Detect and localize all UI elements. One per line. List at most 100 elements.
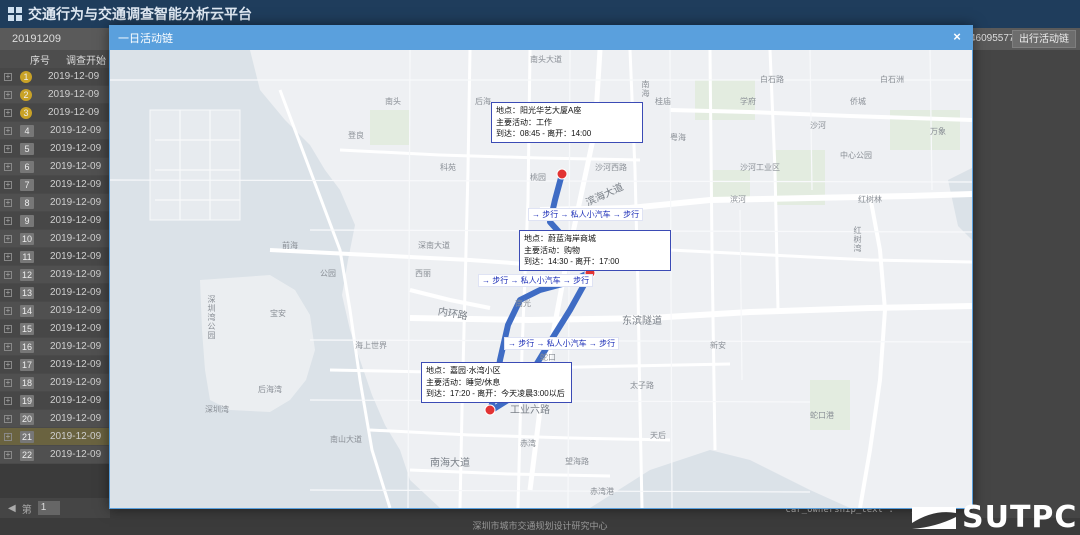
table-row[interactable]: +17 2019-12-09	[0, 356, 110, 374]
table-row[interactable]: +3 2019-12-09	[0, 104, 110, 122]
table-row[interactable]: +9 2019-12-09	[0, 212, 110, 230]
activity-chain-button[interactable]: 出行活动链	[1012, 30, 1076, 48]
table-row[interactable]: +20 2019-12-09	[0, 410, 110, 428]
row-index: 2	[20, 88, 32, 101]
expand-row-icon[interactable]: +	[4, 90, 12, 99]
expand-row-icon[interactable]: +	[4, 234, 12, 243]
label-nanhai: 南海	[641, 80, 650, 98]
label-shahe-ind: 沙河工业区	[740, 163, 780, 172]
stop-2-activity: 主要活动：购物	[524, 245, 580, 255]
label-houhai-bay: 后海湾	[258, 385, 282, 394]
table-row[interactable]: +18 2019-12-09	[0, 374, 110, 392]
date-filter-input[interactable]: 20191209	[8, 31, 98, 47]
table-row[interactable]: +21 2019-12-09	[0, 428, 110, 446]
table-row[interactable]: +22 2019-12-09	[0, 446, 110, 464]
road-dongbin	[409, 303, 972, 324]
stop-3-time: 到达：17:20 - 离开：今天凌晨3:00以后	[426, 389, 565, 398]
row-start-date: 2019-12-09	[50, 269, 102, 280]
label-shennan-rd: 深南大道	[418, 241, 450, 250]
table-row[interactable]: +1 2019-12-09	[0, 68, 110, 86]
stop-marker-1	[556, 168, 568, 180]
stop-2-time: 到达：14:30 - 离开：17:00	[524, 257, 620, 266]
table-row[interactable]: +14 2019-12-09	[0, 302, 110, 320]
stop-3-activity: 主要活动：睡觉/休息	[426, 377, 501, 387]
expand-row-icon[interactable]: +	[4, 198, 12, 207]
row-start-date: 2019-12-09	[50, 413, 102, 424]
stop-info-2[interactable]: 地点：蔚蓝海岸商城 主要活动：购物 到达：14:30 - 离开：17:00	[519, 230, 671, 271]
close-icon[interactable]: ×	[950, 30, 964, 44]
table-row[interactable]: +6 2019-12-09	[0, 158, 110, 176]
modal-title-bar: 一日活动链 ×	[110, 26, 972, 50]
expand-row-icon[interactable]: +	[4, 144, 12, 153]
label-park: 公园	[320, 269, 336, 278]
stop-1-activity: 主要活动：工作	[496, 117, 552, 127]
page-number-input[interactable]: 1	[37, 501, 60, 515]
table-row[interactable]: +16 2019-12-09	[0, 338, 110, 356]
table-row[interactable]: +13 2019-12-09	[0, 284, 110, 302]
expand-row-icon[interactable]: +	[4, 360, 12, 369]
row-start-date: 2019-12-09	[50, 449, 102, 460]
label-shenzhen-bay: 深圳湾	[205, 405, 229, 414]
label-qianhai: 前海	[282, 241, 298, 250]
label-nanshan-ave2: 南山大道	[330, 435, 362, 444]
column-header-index[interactable]: 序号	[30, 52, 66, 67]
row-index: 17	[20, 358, 34, 371]
expand-row-icon[interactable]: +	[4, 414, 12, 423]
expand-row-icon[interactable]: +	[4, 72, 12, 81]
row-start-date: 2019-12-09	[50, 143, 102, 154]
expand-row-icon[interactable]: +	[4, 270, 12, 279]
pagination: ◀ 第 1	[0, 498, 110, 518]
road-v1	[458, 50, 472, 508]
pager-label: 第	[21, 504, 32, 516]
label-baishi-rd: 白石路	[760, 75, 784, 84]
expand-row-icon[interactable]: +	[4, 342, 12, 351]
table-row[interactable]: +10 2019-12-09	[0, 230, 110, 248]
record-table: +1 2019-12-09 +2 2019-12-09 +3 2019-12-09 +4 20…	[0, 68, 110, 464]
label-nanguang: 南光	[515, 299, 531, 308]
row-start-date: 2019-12-09	[50, 161, 102, 172]
stop-1-place: 地点：阳光华艺大厦A座	[496, 106, 582, 115]
label-qiaocheng: 侨城	[850, 97, 866, 106]
expand-row-icon[interactable]: +	[4, 378, 12, 387]
expand-row-icon[interactable]: +	[4, 324, 12, 333]
expand-row-icon[interactable]: +	[4, 126, 12, 135]
expand-row-icon[interactable]: +	[4, 108, 12, 117]
activity-chain-modal: 一日活动链 × 南头大道 南海 白石路 白石洲 南头 学府 侨城 后海 桂庙 沙…	[109, 25, 973, 509]
table-row[interactable]: +4 2019-12-09	[0, 122, 110, 140]
stop-info-3[interactable]: 地点：嘉园·水湾小区 主要活动：睡觉/休息 到达：17:20 - 离开：今天凌晨…	[421, 362, 572, 403]
label-shenzhenwan-park: 深圳湾公园	[207, 295, 216, 340]
expand-row-icon[interactable]: +	[4, 180, 12, 189]
table-row[interactable]: +2 2019-12-09	[0, 86, 110, 104]
expand-row-icon[interactable]: +	[4, 450, 12, 459]
mode-tag-leg-3: → 步行 → 私人小汽车 → 步行	[504, 337, 620, 350]
mode-tag-leg-1: → 步行 → 私人小汽车 → 步行	[528, 208, 644, 221]
label-gongye-6th: 工业六路	[510, 405, 550, 416]
table-row[interactable]: +11 2019-12-09	[0, 248, 110, 266]
table-row[interactable]: +7 2019-12-09	[0, 176, 110, 194]
expand-row-icon[interactable]: +	[4, 396, 12, 405]
expand-row-icon[interactable]: +	[4, 216, 12, 225]
green-5	[370, 110, 410, 145]
column-header-start[interactable]: 调查开始	[66, 52, 106, 67]
stop-info-1[interactable]: 地点：阳光华艺大厦A座 主要活动：工作 到达：08:45 - 离开：14:00	[491, 102, 643, 143]
table-row[interactable]: +5 2019-12-09	[0, 140, 110, 158]
row-start-date: 2019-12-09	[50, 125, 102, 136]
label-shekou-port: 蛇口港	[810, 411, 834, 420]
table-row[interactable]: +8 2019-12-09	[0, 194, 110, 212]
expand-row-icon[interactable]: +	[4, 306, 12, 315]
label-taoyuan: 桃园	[530, 173, 546, 182]
pager-prev-icon[interactable]: ◀	[8, 503, 16, 514]
expand-row-icon[interactable]: +	[4, 252, 12, 261]
label-shahe-west: 沙河西路	[595, 163, 627, 172]
table-row[interactable]: +19 2019-12-09	[0, 392, 110, 410]
row-start-date: 2019-12-09	[50, 251, 102, 262]
table-row[interactable]: +12 2019-12-09	[0, 266, 110, 284]
map-view[interactable]: 南头大道 南海 白石路 白石洲 南头 学府 侨城 后海 桂庙 沙河 万象 粤海 …	[110, 50, 972, 508]
table-row[interactable]: +15 2019-12-09	[0, 320, 110, 338]
expand-row-icon[interactable]: +	[4, 432, 12, 441]
label-guimiao: 桂庙	[655, 97, 671, 106]
row-index: 8	[20, 196, 34, 209]
expand-row-icon[interactable]: +	[4, 162, 12, 171]
label-xili: 西丽	[415, 269, 431, 278]
expand-row-icon[interactable]: +	[4, 288, 12, 297]
